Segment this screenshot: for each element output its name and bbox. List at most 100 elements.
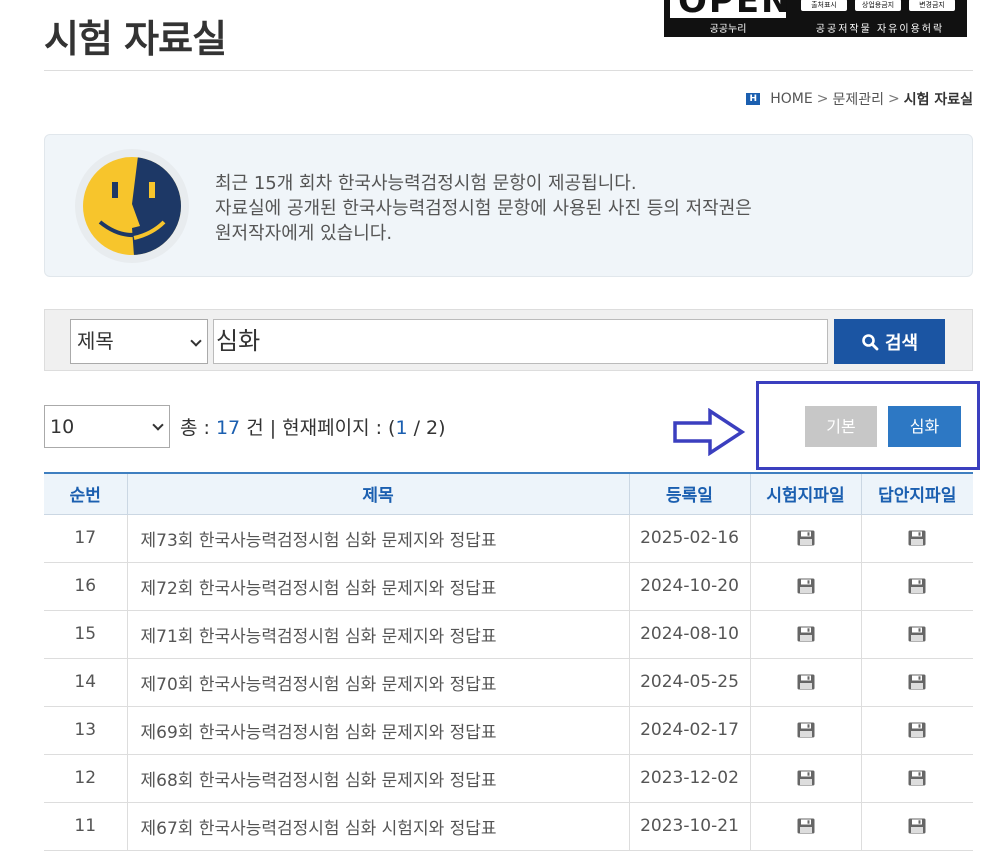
notice-line: 최근 15개 회차 한국사능력검정시험 문항이 제공됩니다. <box>215 173 637 194</box>
row-date: 2024-02-17 <box>628 706 750 755</box>
floppy-disk-icon[interactable] <box>797 722 815 738</box>
page-title: 시험 자료실 <box>44 17 227 61</box>
current-page: 1 <box>395 417 408 439</box>
notice-text: 최근 15개 회차 한국사능력검정시험 문항이 제공됩니다. 자료실에 공개된 … <box>215 171 752 246</box>
notice-line: 원저작자에게 있습니다. <box>215 223 393 244</box>
chevron-down-icon <box>152 419 164 431</box>
floppy-disk-icon[interactable] <box>908 818 926 834</box>
answer-file-cell <box>860 562 973 611</box>
floppy-disk-icon[interactable] <box>797 674 815 690</box>
row-no: 16 <box>44 562 127 611</box>
search-icon <box>862 333 879 350</box>
row-no: 15 <box>44 610 127 659</box>
finder-face-icon <box>75 149 189 263</box>
floppy-disk-icon[interactable] <box>908 530 926 546</box>
count-info: 총 : 17 건 | 현재페이지 : (1 / 2) <box>180 417 446 439</box>
kogl-license-banner[interactable]: OPEN 공공누리 출처표시 상업용금지 변경금지 공공저작물 자유이용허락 <box>664 0 967 37</box>
breadcrumb-problem-management[interactable]: 문제관리 <box>832 89 884 109</box>
answer-file-cell <box>860 754 973 803</box>
search-button[interactable]: 검색 <box>834 319 945 364</box>
floppy-disk-icon[interactable] <box>797 818 815 834</box>
row-date: 2024-08-10 <box>628 610 750 659</box>
header-exam-file: 시험지파일 <box>749 472 861 515</box>
table-row: 12 제68회 한국사능력검정시험 심화 문제지와 정답표 2023-12-02 <box>44 754 973 803</box>
answer-file-cell <box>860 610 973 659</box>
answer-file-cell <box>860 514 973 563</box>
badge-noderivs: 변경금지 <box>908 0 956 12</box>
chevron-down-icon <box>190 335 202 347</box>
floppy-disk-icon[interactable] <box>797 530 815 546</box>
table-row: 16 제72회 한국사능력검정시험 심화 문제지와 정답표 2024-10-20 <box>44 562 973 611</box>
row-no: 13 <box>44 706 127 755</box>
breadcrumb-separator: > <box>816 91 829 107</box>
floppy-disk-icon[interactable] <box>908 626 926 642</box>
badge-attribution: 출처표시 <box>800 0 848 12</box>
home-icon: H <box>746 93 761 105</box>
table-row: 14 제70회 한국사능력검정시험 심화 문제지와 정답표 2024-05-25 <box>44 658 973 707</box>
exam-file-cell <box>749 802 861 851</box>
row-no: 11 <box>44 802 127 851</box>
total-count: 17 <box>215 417 241 439</box>
row-date: 2023-12-02 <box>628 754 750 803</box>
breadcrumb-separator: > <box>887 91 900 107</box>
license-caption: 공공저작물 자유이용허락 <box>815 24 945 35</box>
row-title-link[interactable]: 제68회 한국사능력검정시험 심화 문제지와 정답표 <box>126 754 629 803</box>
notice-line: 자료실에 공개된 한국사능력검정시험 문항에 사용된 사진 등의 저작권은 <box>215 198 752 219</box>
header-answer-file: 답안지파일 <box>860 472 973 515</box>
exam-list-table: 순번 제목 등록일 시험지파일 답안지파일 17 제73회 한국사능력검정시험 심… <box>44 472 973 851</box>
annotation-arrow-icon <box>673 408 746 456</box>
exam-file-cell <box>749 658 861 707</box>
row-title-link[interactable]: 제73회 한국사능력검정시험 심화 문제지와 정답표 <box>126 514 629 563</box>
exam-file-cell <box>749 706 861 755</box>
search-bar: 제목 심화 검색 <box>44 309 973 371</box>
header-title: 제목 <box>126 472 629 515</box>
row-date: 2024-05-25 <box>628 658 750 707</box>
total-pages: 2 <box>426 417 439 439</box>
floppy-disk-icon[interactable] <box>908 674 926 690</box>
row-title-link[interactable]: 제72회 한국사능력검정시험 심화 문제지와 정답표 <box>126 562 629 611</box>
row-date: 2024-10-20 <box>628 562 750 611</box>
page-size-select[interactable]: 10 <box>44 405 170 448</box>
exam-file-cell <box>749 514 861 563</box>
floppy-disk-icon[interactable] <box>908 578 926 594</box>
row-title-link[interactable]: 제70회 한국사능력검정시험 심화 문제지와 정답표 <box>126 658 629 707</box>
answer-file-cell <box>860 802 973 851</box>
table-row: 17 제73회 한국사능력검정시험 심화 문제지와 정답표 2025-02-16 <box>44 514 973 563</box>
breadcrumb-current: 시험 자료실 <box>903 92 973 108</box>
row-title-link[interactable]: 제71회 한국사능력검정시험 심화 문제지와 정답표 <box>126 610 629 659</box>
row-date: 2025-02-16 <box>628 514 750 563</box>
table-row: 11 제67회 한국사능력검정시험 심화 시험지와 정답표 2023-10-21 <box>44 802 973 851</box>
floppy-disk-icon[interactable] <box>797 770 815 786</box>
table-row: 15 제71회 한국사능력검정시험 심화 문제지와 정답표 2024-08-10 <box>44 610 973 659</box>
gongnuri-label: 공공누리 <box>709 24 747 35</box>
floppy-disk-icon[interactable] <box>797 626 815 642</box>
row-no: 17 <box>44 514 127 563</box>
notice-box: 최근 15개 회차 한국사능력검정시험 문항이 제공됩니다. 자료실에 공개된 … <box>44 134 973 277</box>
exam-file-cell <box>749 610 861 659</box>
exam-file-cell <box>749 562 861 611</box>
search-field-select[interactable]: 제목 <box>70 319 208 364</box>
badge-noncommercial: 상업용금지 <box>854 0 902 12</box>
floppy-disk-icon[interactable] <box>908 770 926 786</box>
license-badges: 출처표시 상업용금지 변경금지 <box>800 0 960 14</box>
row-no: 14 <box>44 658 127 707</box>
header-no: 순번 <box>44 472 127 515</box>
row-no: 12 <box>44 754 127 803</box>
search-input[interactable]: 심화 <box>213 319 828 364</box>
header-date: 등록일 <box>628 472 750 515</box>
breadcrumb: H HOME > 문제관리 > 시험 자료실 <box>746 89 973 109</box>
breadcrumb-home[interactable]: HOME <box>770 91 812 107</box>
open-logo: OPEN <box>670 0 790 21</box>
table-row: 13 제69회 한국사능력검정시험 심화 문제지와 정답표 2024-02-17 <box>44 706 973 755</box>
answer-file-cell <box>860 658 973 707</box>
row-title-link[interactable]: 제67회 한국사능력검정시험 심화 시험지와 정답표 <box>126 802 629 851</box>
advanced-level-button[interactable]: 심화 <box>888 406 961 447</box>
floppy-disk-icon[interactable] <box>908 722 926 738</box>
floppy-disk-icon[interactable] <box>797 578 815 594</box>
table-header-row: 순번 제목 등록일 시험지파일 답안지파일 <box>44 472 973 515</box>
row-title-link[interactable]: 제69회 한국사능력검정시험 심화 문제지와 정답표 <box>126 706 629 755</box>
row-date: 2023-10-21 <box>628 802 750 851</box>
basic-level-button[interactable]: 기본 <box>805 406 877 447</box>
answer-file-cell <box>860 706 973 755</box>
title-divider <box>44 70 973 71</box>
